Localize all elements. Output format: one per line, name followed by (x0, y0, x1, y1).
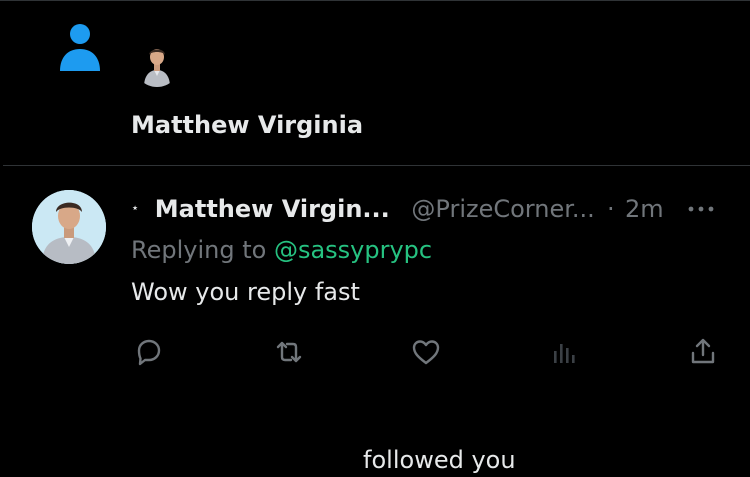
follow-action-text: followed you (363, 446, 516, 474)
time-separator: · (607, 195, 615, 223)
tweet-timestamp[interactable]: 2m (625, 193, 664, 225)
verified-marker: ⋆ (131, 201, 140, 216)
tweet-header: ⋆ Matthew Virgin... @PrizeCorner... · 2m (131, 193, 731, 227)
retweet-icon[interactable] (272, 335, 306, 369)
tweet-author-name[interactable]: Matthew Virgin... (155, 193, 390, 225)
tweet-author-avatar[interactable] (32, 190, 106, 264)
more-options-icon[interactable] (686, 193, 716, 225)
replying-to-handle[interactable]: @sassyprypc (274, 236, 432, 264)
top-divider (0, 0, 750, 1)
person-icon (58, 22, 102, 74)
follower-name[interactable]: Matthew Virginia (131, 111, 363, 139)
tweet-text: Wow you reply fast (131, 278, 360, 306)
follower-avatar[interactable] (134, 41, 180, 87)
share-icon[interactable] (686, 335, 720, 369)
like-icon[interactable] (409, 335, 443, 369)
tweet-author-handle[interactable]: @PrizeCorner... (411, 193, 594, 225)
notification-divider (3, 165, 750, 166)
replying-to-line: Replying to @sassyprypc (131, 234, 432, 266)
replying-to-label: Replying to (131, 236, 267, 264)
reply-icon[interactable] (132, 335, 166, 369)
follow-notification-text[interactable]: Matthew Virginia followed you (131, 108, 516, 474)
views-icon[interactable] (548, 335, 582, 369)
